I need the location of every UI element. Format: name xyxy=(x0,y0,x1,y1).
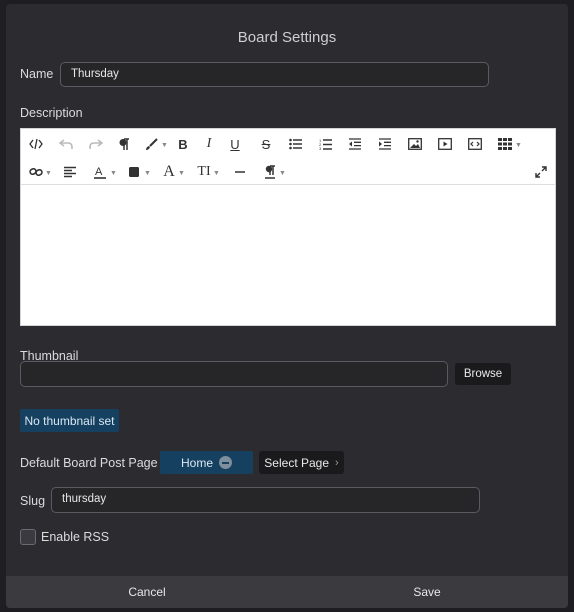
numbered-list-icon[interactable]: 123 xyxy=(315,134,337,154)
editor-content-area[interactable] xyxy=(21,185,555,325)
text-color-icon[interactable]: A xyxy=(89,162,111,182)
line-height-icon[interactable]: TI xyxy=(193,162,215,182)
dialog-title: Board Settings xyxy=(237,29,337,46)
chevron-down-icon: ▼ xyxy=(178,170,185,177)
thumbnail-status-badge: No thumbnail set xyxy=(20,409,119,432)
remove-page-icon[interactable] xyxy=(219,456,232,469)
font-size-icon[interactable]: A xyxy=(158,162,180,182)
align-left-icon[interactable] xyxy=(59,162,81,182)
insert-image-icon[interactable] xyxy=(404,134,426,154)
link-icon[interactable] xyxy=(25,162,47,182)
underline-icon[interactable]: U xyxy=(224,134,246,154)
dialog-footer: Cancel Save xyxy=(6,576,568,608)
fullscreen-icon[interactable] xyxy=(530,162,552,182)
cancel-button[interactable]: Cancel xyxy=(47,576,247,608)
chevron-down-icon: ▼ xyxy=(144,170,151,177)
background-color-icon[interactable] xyxy=(123,162,145,182)
thumbnail-input[interactable] xyxy=(20,361,448,387)
browse-button[interactable]: Browse xyxy=(455,363,511,385)
editor-toolbar: ▼ B I U S 123 ▼ ▼ A ▼ ▼ A ▼ TI ▼ ▼ xyxy=(21,129,555,185)
horizontal-rule-icon[interactable] xyxy=(229,162,251,182)
strikethrough-icon[interactable]: S xyxy=(255,134,277,154)
italic-icon[interactable]: I xyxy=(198,134,220,154)
paragraph-style-icon[interactable] xyxy=(259,162,281,182)
chevron-down-icon: ▼ xyxy=(161,142,168,149)
enable-rss-label: Enable RSS xyxy=(41,530,110,544)
svg-text:3: 3 xyxy=(319,146,322,151)
bullet-list-icon[interactable] xyxy=(285,134,307,154)
chevron-right-icon: › xyxy=(335,456,339,469)
indent-icon[interactable] xyxy=(374,134,396,154)
name-input[interactable]: Thursday xyxy=(60,62,489,87)
select-page-label: Select Page xyxy=(264,455,330,470)
slug-input[interactable]: thursday xyxy=(51,487,480,513)
name-label: Name xyxy=(20,67,54,81)
chevron-down-icon: ▼ xyxy=(279,170,286,177)
description-editor: ▼ B I U S 123 ▼ ▼ A ▼ ▼ A ▼ TI ▼ ▼ xyxy=(20,128,556,326)
enable-rss-checkbox[interactable] xyxy=(20,529,36,545)
insert-video-icon[interactable] xyxy=(434,134,456,154)
bold-icon[interactable]: B xyxy=(172,134,194,154)
table-icon[interactable] xyxy=(494,134,516,154)
undo-icon[interactable] xyxy=(55,134,77,154)
svg-text:A: A xyxy=(95,166,103,178)
board-settings-dialog: Board Settings Name Thursday Description… xyxy=(6,4,568,608)
selected-page-label: Home xyxy=(180,455,213,470)
paragraph-icon[interactable] xyxy=(113,134,135,154)
chevron-down-icon: ▼ xyxy=(110,170,117,177)
paint-brush-icon[interactable] xyxy=(141,134,163,154)
redo-icon[interactable] xyxy=(85,134,107,154)
chevron-down-icon: ▼ xyxy=(45,170,52,177)
save-button[interactable]: Save xyxy=(327,576,527,608)
code-view-icon[interactable] xyxy=(25,134,47,154)
chevron-down-icon: ▼ xyxy=(213,170,220,177)
embed-code-icon[interactable] xyxy=(464,134,486,154)
description-label: Description xyxy=(20,106,83,120)
outdent-icon[interactable] xyxy=(344,134,366,154)
selected-page-tag: Home xyxy=(160,451,253,474)
select-page-button[interactable]: Select Page › xyxy=(259,451,344,474)
post-page-label: Default Board Post Page xyxy=(20,456,158,470)
chevron-down-icon: ▼ xyxy=(515,142,522,149)
slug-label: Slug xyxy=(20,494,46,508)
